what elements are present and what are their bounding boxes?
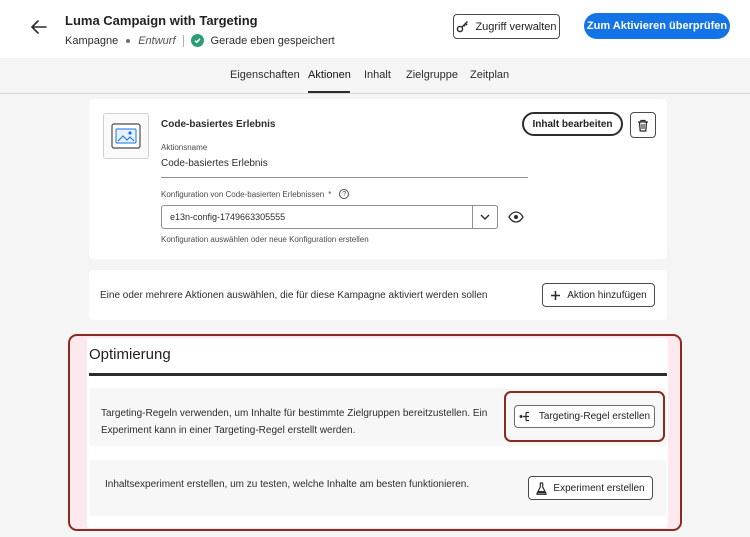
help-icon[interactable]: ? xyxy=(339,189,350,199)
edit-content-button[interactable]: Inhalt bearbeiten xyxy=(522,112,623,136)
check-circle-icon xyxy=(190,34,204,47)
config-select-value: e13n-config-1749663305555 xyxy=(170,212,286,222)
config-label: Konfiguration von Code-basierten Erlebni… xyxy=(161,189,350,199)
tab-content[interactable]: Inhalt xyxy=(364,69,391,81)
tab-bar: Eigenschaften Aktionen Inhalt Zielgruppe… xyxy=(0,58,750,94)
experiment-text: Inhaltsexperiment erstellen, um zu teste… xyxy=(105,479,470,490)
tab-properties[interactable]: Eigenschaften xyxy=(230,69,300,81)
create-targeting-rule-label: Targeting-Regel erstellen xyxy=(538,411,651,422)
add-action-text: Eine oder mehrere Aktionen auswählen, di… xyxy=(100,290,488,301)
config-label-text: Konfiguration von Code-basierten Erlebni… xyxy=(161,189,325,199)
manage-access-button[interactable]: Zugriff verwalten xyxy=(453,14,560,39)
page-title: Luma Campaign with Targeting xyxy=(65,13,258,28)
optimization-title: Optimierung xyxy=(89,346,171,363)
arrow-left-icon xyxy=(31,20,47,34)
review-activate-button[interactable]: Zum Aktivieren überprüfen xyxy=(584,13,730,39)
action-title: Code-basiertes Erlebnis xyxy=(161,119,276,130)
chevron-down-icon xyxy=(480,214,490,220)
divider xyxy=(182,34,184,47)
tab-schedule[interactable]: Zeitplan xyxy=(470,69,509,81)
trash-icon xyxy=(638,119,648,132)
add-action-button[interactable]: Aktion hinzufügen xyxy=(542,283,655,307)
create-experiment-label: Experiment erstellen xyxy=(553,482,645,494)
header: Luma Campaign with Targeting Kampagne En… xyxy=(0,0,750,58)
config-dropdown-button[interactable] xyxy=(472,205,498,229)
targeting-rule-icon xyxy=(519,411,529,422)
config-select[interactable]: e13n-config-1749663305555 xyxy=(161,205,498,229)
tab-audience[interactable]: Zielgruppe xyxy=(406,69,458,81)
campaign-type: Kampagne xyxy=(65,34,119,47)
back-button[interactable] xyxy=(28,16,50,38)
flask-icon xyxy=(536,481,548,495)
active-tab-indicator xyxy=(308,91,350,93)
delete-action-button[interactable] xyxy=(630,112,656,138)
add-action-label: Aktion hinzufügen xyxy=(567,289,647,301)
action-name-label: Aktionsname xyxy=(161,143,208,152)
code-experience-thumbnail xyxy=(103,113,149,159)
tab-actions[interactable]: Aktionen xyxy=(308,69,351,81)
action-name-field[interactable]: Code-basiertes Erlebnis xyxy=(161,158,528,178)
required-marker: * xyxy=(328,189,332,199)
targeting-text: Targeting-Regeln verwenden, um Inhalte f… xyxy=(101,408,488,436)
main-content: Code-basiertes Erlebnis Aktionsname Code… xyxy=(0,94,750,537)
create-experiment-button[interactable]: Experiment erstellen xyxy=(528,476,653,500)
code-experience-icon xyxy=(111,123,141,149)
add-action-card: Eine oder mehrere Aktionen auswählen, di… xyxy=(89,270,667,320)
campaign-meta: Kampagne Entwurf Gerade eben gespeichert xyxy=(65,34,335,47)
plus-icon xyxy=(551,290,561,300)
eye-icon[interactable] xyxy=(508,211,524,223)
status-dot xyxy=(126,38,131,43)
key-icon xyxy=(457,21,469,33)
create-targeting-rule-button[interactable]: Targeting-Regel erstellen xyxy=(514,405,655,428)
manage-access-label: Zugriff verwalten xyxy=(475,20,557,33)
status-badge: Entwurf xyxy=(138,34,176,47)
config-help-text: Konfiguration auswählen oder neue Konfig… xyxy=(161,235,369,244)
action-card: Code-basiertes Erlebnis Aktionsname Code… xyxy=(89,99,667,259)
saved-status: Gerade eben gespeichert xyxy=(210,34,335,47)
optimization-divider xyxy=(89,373,667,376)
